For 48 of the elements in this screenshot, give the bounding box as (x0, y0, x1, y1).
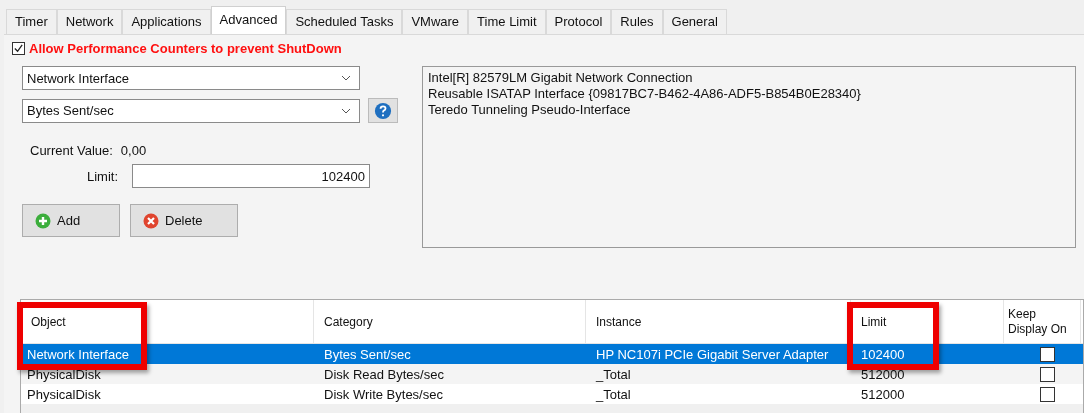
table-cell: Network Interface (27, 346, 129, 362)
table-cell: PhysicalDisk (27, 386, 101, 402)
table-cell: 512000 (861, 366, 905, 382)
column-header[interactable]: Limit (851, 300, 1004, 343)
current-value-label: Current Value: (30, 143, 113, 158)
table-cell: _Total (596, 386, 631, 402)
tab[interactable]: Protocol (545, 9, 612, 34)
table-cell: Bytes Sent/sec (324, 346, 411, 362)
chevron-down-icon (341, 75, 351, 81)
tab[interactable]: Timer (6, 9, 57, 34)
checkbox[interactable] (1040, 366, 1055, 382)
table-cell: 102400 (861, 346, 905, 362)
delete-button[interactable]: Delete (130, 204, 238, 237)
tab[interactable]: Applications (122, 9, 211, 34)
table-cell: Disk Read Bytes/sec (324, 366, 444, 382)
table-cell: Disk Write Bytes/sec (324, 386, 443, 402)
limit-label: Limit: (85, 168, 118, 184)
tab[interactable]: Advanced (210, 6, 287, 34)
limit-field[interactable]: 102400 (132, 164, 370, 188)
column-header[interactable]: Category (314, 300, 586, 343)
tab[interactable]: Rules (611, 9, 663, 34)
column-header[interactable]: Instance (586, 300, 851, 343)
tab[interactable]: Scheduled Tasks (286, 9, 403, 34)
checkbox[interactable] (1040, 386, 1055, 402)
help-button[interactable] (368, 98, 398, 123)
list-item[interactable]: Reusable ISATAP Interface {09817BC7-B462-4A86-ADF5-B854B0E28340} (428, 86, 1070, 102)
counter-dropdown[interactable]: Bytes Sent/sec (22, 98, 360, 123)
current-value: 0,00 (120, 143, 147, 158)
plus-icon (35, 212, 51, 229)
table-cell: 512000 (861, 386, 905, 402)
column-header[interactable]: Object (21, 300, 314, 343)
tab[interactable]: VMware (402, 9, 469, 34)
tab[interactable]: Network (56, 9, 123, 34)
checkbox[interactable] (1040, 346, 1055, 362)
table-cell: _Total (596, 366, 631, 382)
table-cell: HP NC107i PCIe Gigabit Server Adapter (596, 346, 829, 362)
object-dropdown[interactable]: Network Interface (22, 66, 360, 90)
chevron-down-icon (341, 107, 351, 114)
list-item[interactable]: Intel[R] 82579LM Gigabit Network Connection (428, 70, 1070, 86)
table-cell: PhysicalDisk (27, 366, 101, 382)
checkbox-label: Allow Performance Counters to prevent ShutDown (29, 41, 342, 56)
column-header[interactable]: Keep Display On (1004, 300, 1081, 343)
tab[interactable]: General (662, 9, 727, 34)
list-item[interactable]: Teredo Tunneling Pseudo-Interface (428, 102, 1070, 118)
checkbox[interactable] (12, 42, 25, 55)
close-icon (143, 212, 159, 229)
tab[interactable]: Time Limit (468, 9, 546, 34)
add-button[interactable]: Add (22, 204, 120, 237)
